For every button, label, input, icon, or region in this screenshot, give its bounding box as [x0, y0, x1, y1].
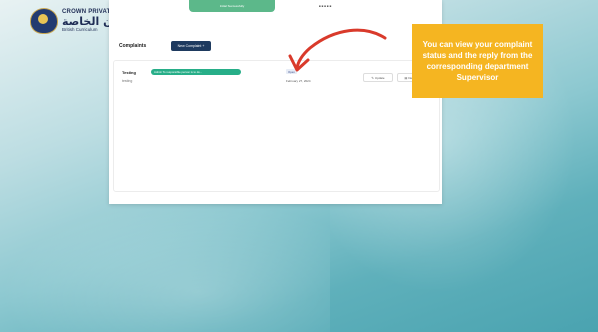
new-complaint-button[interactable]: New Complaint + — [171, 41, 211, 51]
instruction-callout: You can view your complaint status and t… — [412, 24, 543, 98]
background-splash-lower — [0, 200, 330, 332]
page-title: Complaints — [119, 43, 147, 49]
document-icon: ▤ — [404, 75, 408, 80]
crest-icon — [30, 8, 58, 34]
complaint-description: testing — [122, 79, 133, 83]
success-banner: Initial Successfully — [189, 0, 275, 12]
complaint-subject: Testing — [122, 70, 136, 75]
header-info: ■ ■ ■ ■ ■ — [319, 4, 332, 8]
callout-text: You can view your complaint status and t… — [422, 39, 533, 83]
department-tag: Admin To responsible person is to do... — [151, 69, 241, 75]
pointer-arrow-icon — [288, 28, 387, 72]
